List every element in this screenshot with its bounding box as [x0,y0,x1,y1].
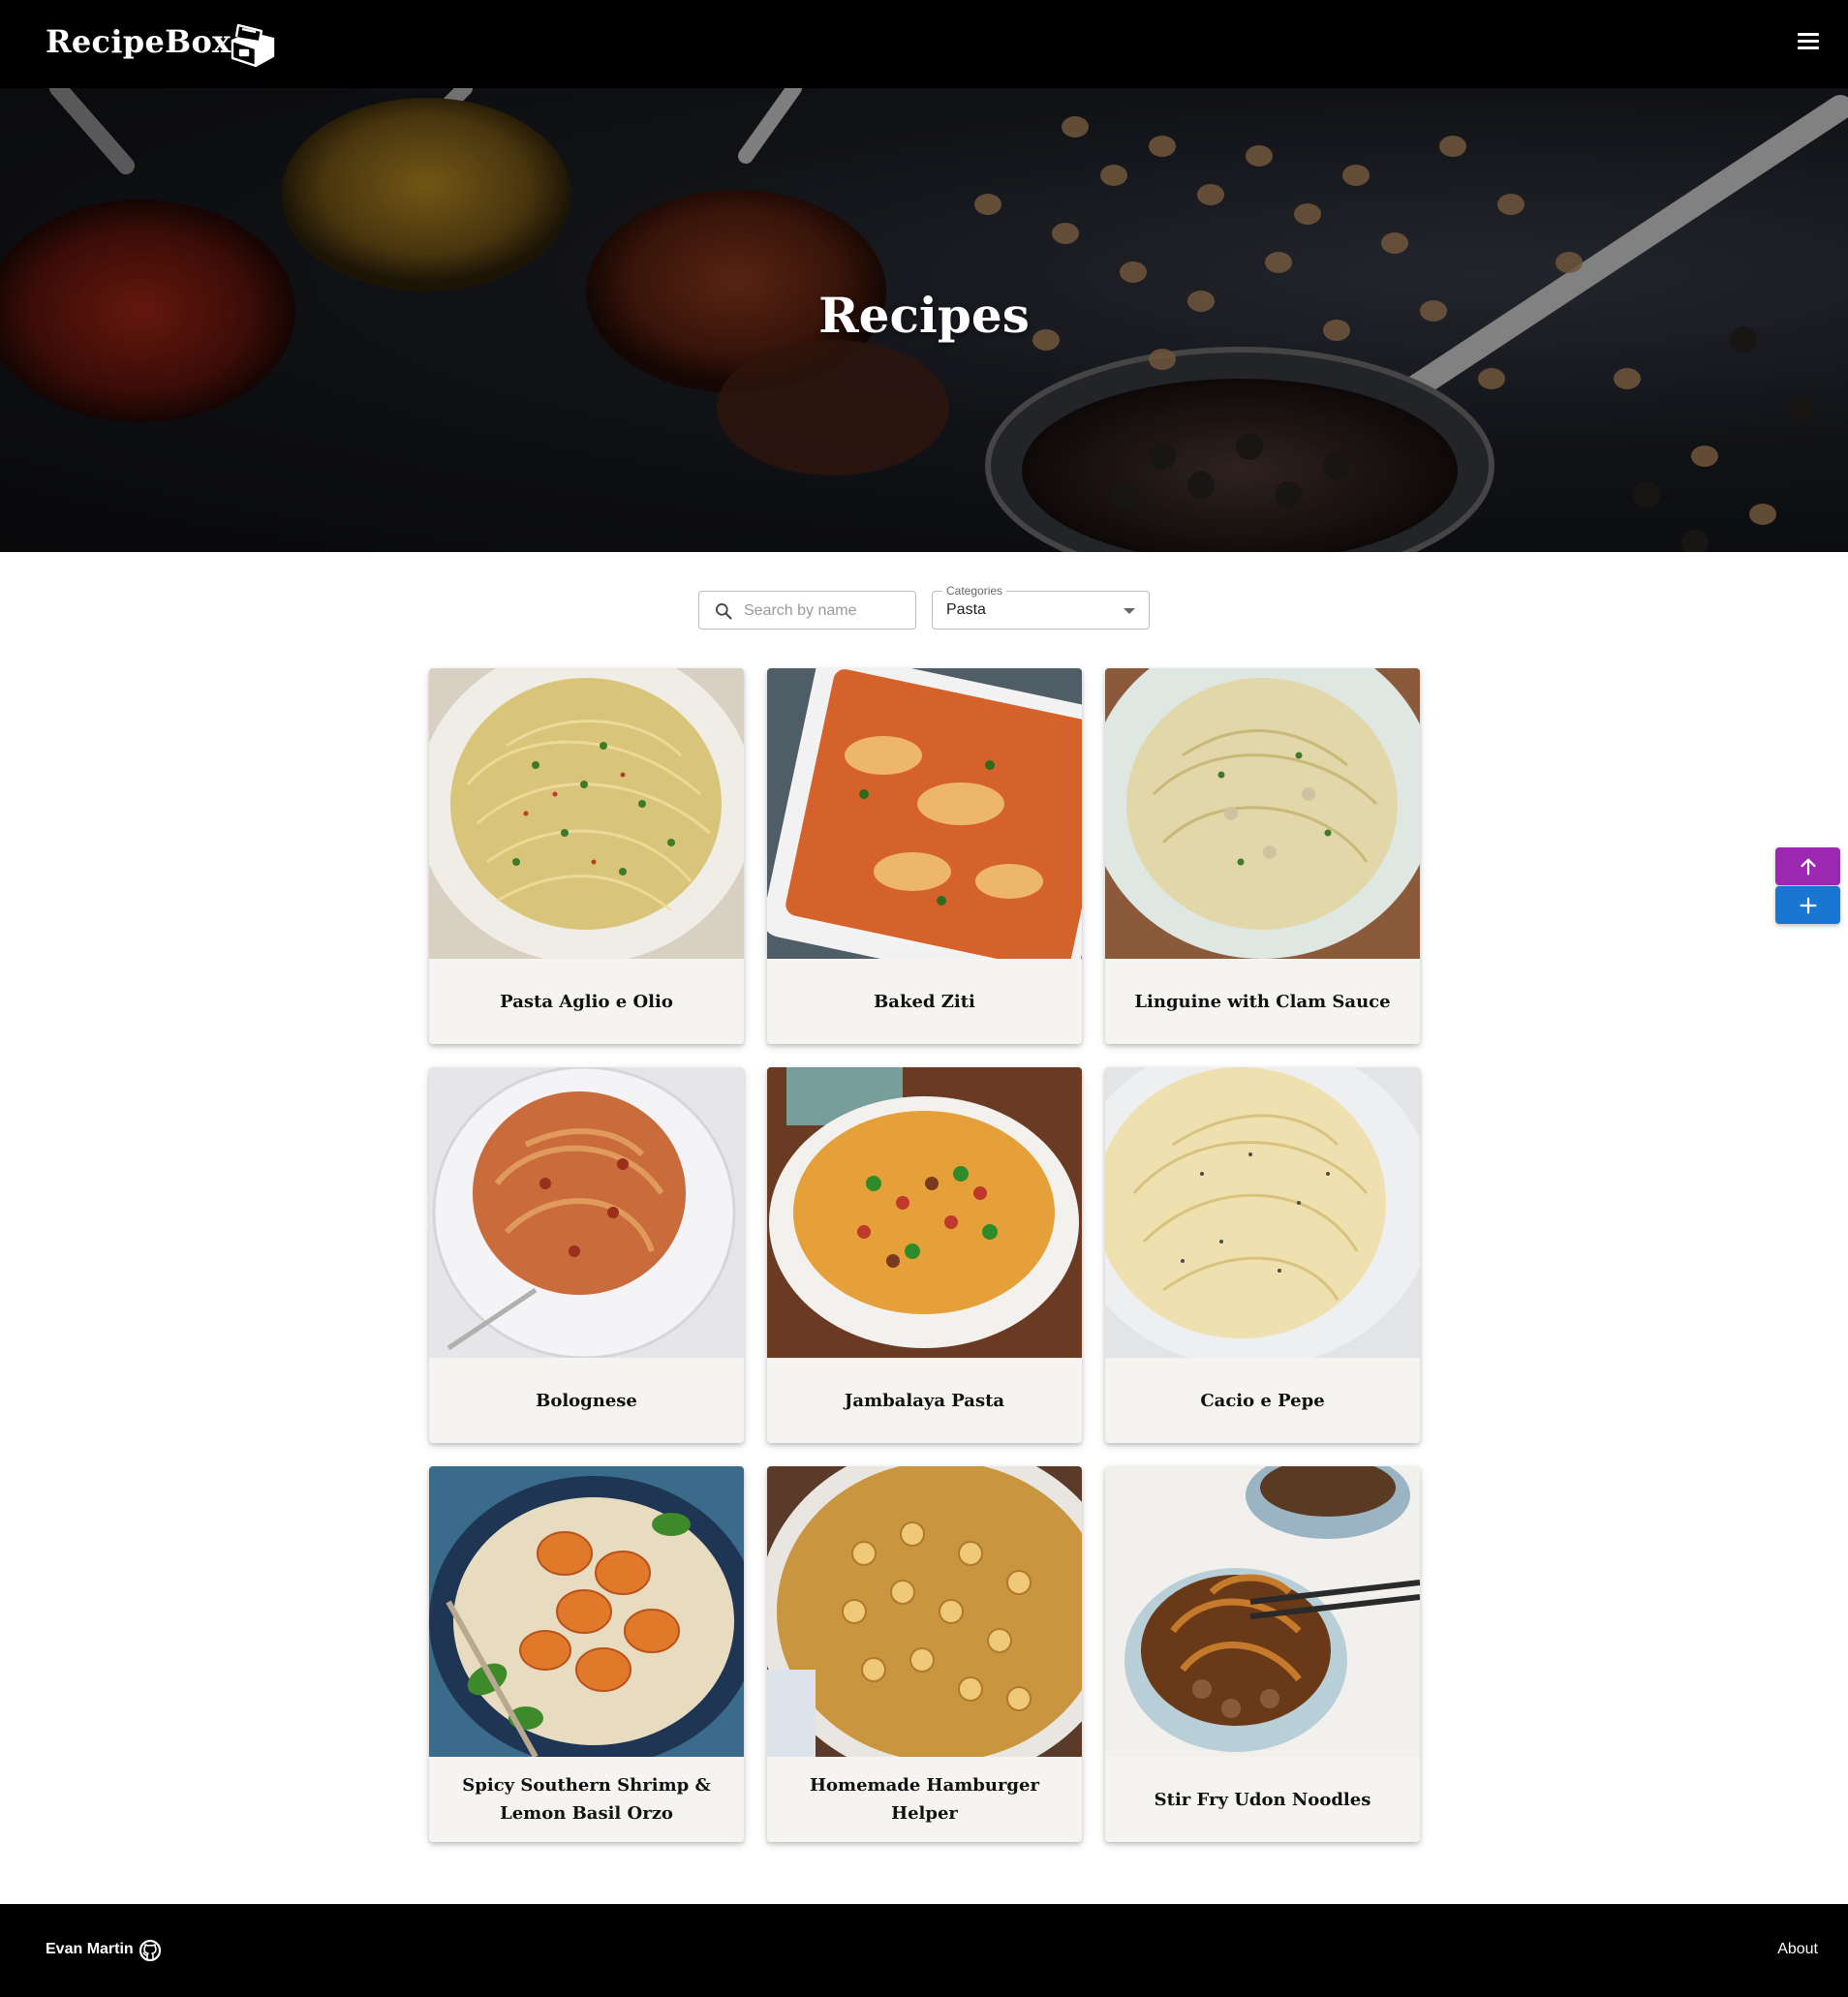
recipe-card[interactable]: Baked Ziti [767,668,1082,1044]
hero-banner: Recipes [0,88,1848,552]
recipe-card[interactable]: Spicy Southern Shrimp & Lemon Basil Orzo [429,1466,744,1842]
recipe-image [429,668,744,959]
categories-value: Pasta [946,601,986,618]
recipe-card[interactable]: Cacio e Pepe [1105,1067,1420,1443]
top-app-bar: RecipeBox [0,0,1848,88]
recipe-title: Homemade Hamburger Helper [810,1775,1039,1824]
recipe-image [767,668,1082,959]
plus-icon [1800,897,1816,913]
recipe-image [429,1466,744,1757]
recipe-card[interactable]: Linguine with Clam Sauce [1105,668,1420,1044]
recipe-image [1105,1067,1420,1358]
search-input[interactable] [744,600,909,622]
categories-label: Categories [942,584,1007,598]
recipe-image [429,1067,744,1358]
dropdown-caret-icon [1124,608,1135,614]
recipe-title: Cacio e Pepe [1200,1390,1325,1411]
github-icon[interactable] [139,1939,162,1962]
search-field[interactable] [698,591,916,630]
categories-select[interactable]: Categories Pasta [932,584,1150,630]
recipe-card[interactable]: Stir Fry Udon Noodles [1105,1466,1420,1842]
menu-icon [1798,33,1819,36]
recipe-image [767,1067,1082,1358]
recipe-title: Pasta Aglio e Olio [500,991,673,1012]
search-icon [716,603,732,620]
recipe-image [1105,668,1420,959]
about-link[interactable]: About [1777,1941,1818,1958]
menu-button[interactable] [1794,29,1823,58]
author-name: Evan Martin [46,1941,134,1957]
footer: Evan Martin About [0,1904,1848,1997]
add-recipe-button[interactable] [1775,886,1840,924]
recipe-image [767,1466,1082,1757]
arrow-up-icon [1800,858,1816,875]
recipe-card[interactable]: Jambalaya Pasta [767,1067,1082,1443]
recipe-card[interactable]: Homemade Hamburger Helper [767,1466,1082,1842]
recipe-title: Jambalaya Pasta [844,1390,1005,1411]
scroll-to-top-button[interactable] [1775,847,1840,885]
recipe-title: Spicy Southern Shrimp & Lemon Basil Orzo [462,1775,711,1824]
page-title: Recipes [818,287,1030,344]
recipe-title: Stir Fry Udon Noodles [1154,1789,1371,1810]
recipe-card[interactable]: Pasta Aglio e Olio [429,668,744,1044]
recipe-image [1105,1466,1420,1757]
recipe-title: Baked Ziti [874,991,975,1012]
recipe-title: Bolognese [536,1390,637,1411]
recipe-card[interactable]: Bolognese [429,1067,744,1443]
brand-title[interactable]: RecipeBox [46,23,231,60]
recipe-box-icon [231,23,275,68]
recipe-title: Linguine with Clam Sauce [1134,991,1391,1012]
